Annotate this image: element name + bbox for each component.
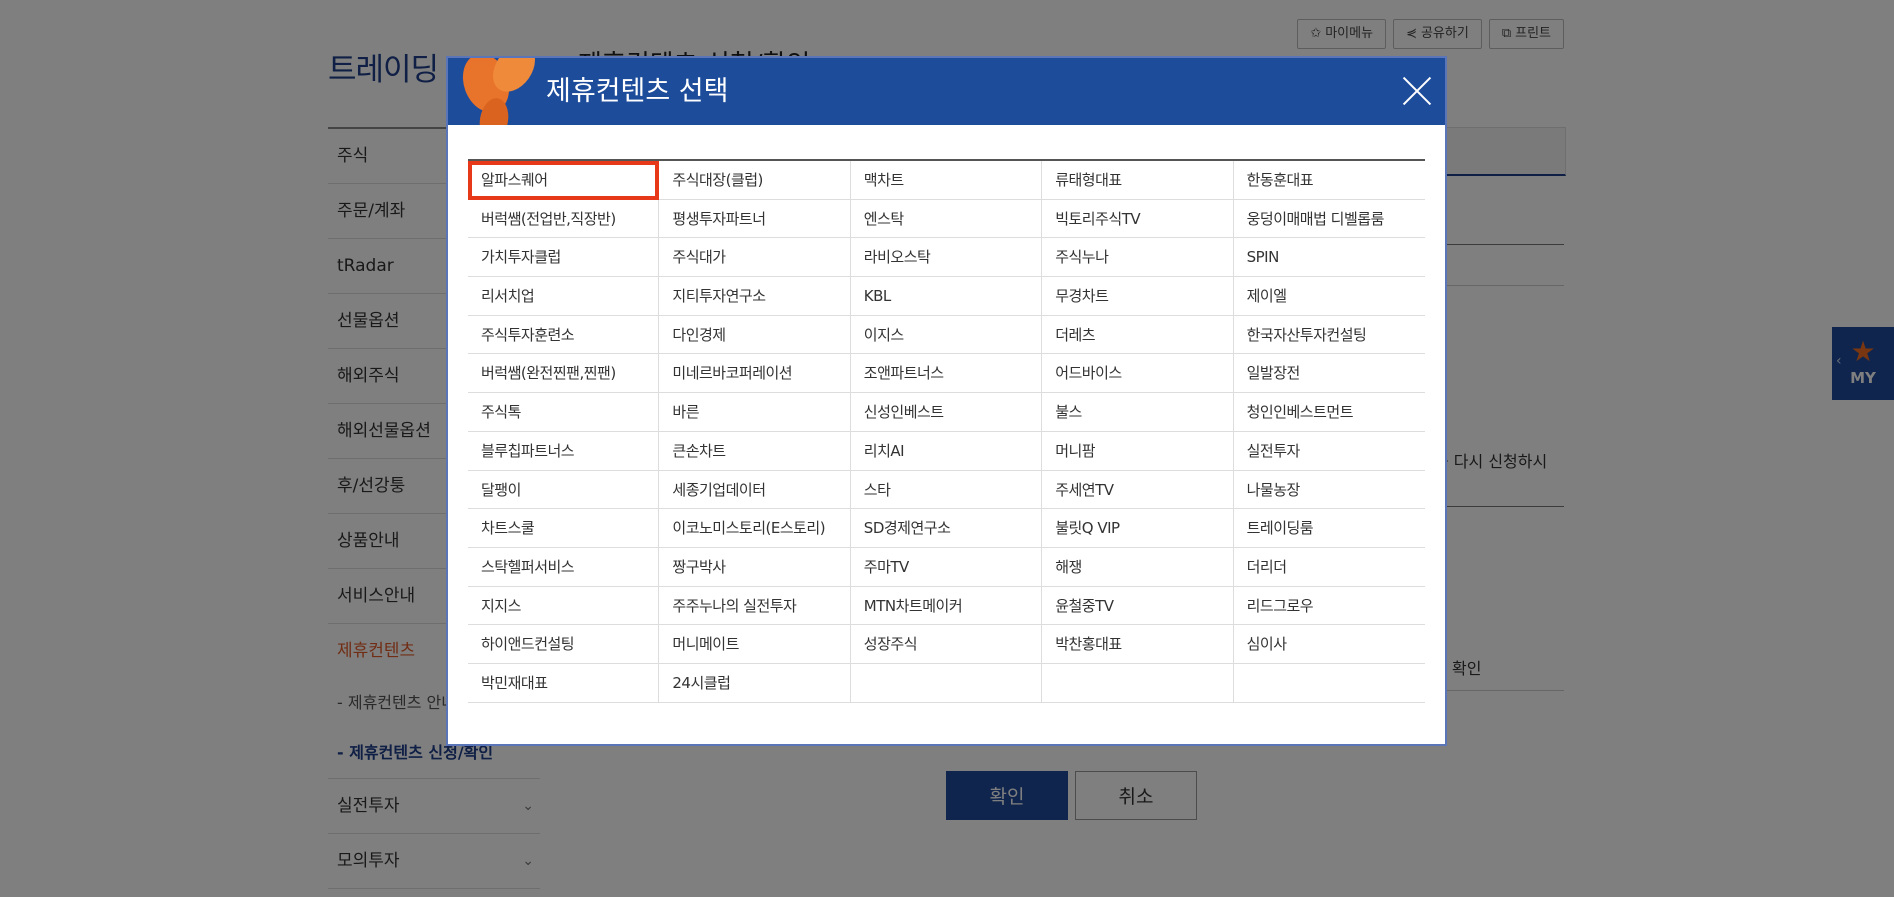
- modal-header: 제휴컨텐츠 선택: [448, 58, 1445, 125]
- partner-option[interactable]: 하이앤드컨설팅: [468, 625, 660, 664]
- partner-option[interactable]: 더레츠: [1042, 315, 1234, 355]
- partner-option[interactable]: 윤철중TV: [1042, 586, 1234, 626]
- partner-option[interactable]: 큰손차트: [659, 431, 851, 471]
- partner-option[interactable]: 다인경제: [659, 315, 851, 355]
- partner-option[interactable]: 성장주식: [850, 625, 1043, 664]
- partner-option[interactable]: 이코노미스토리(E스토리): [659, 509, 851, 548]
- partner-option[interactable]: 주식톡: [468, 393, 660, 432]
- partner-option[interactable]: 청인인베스트먼트: [1233, 393, 1425, 432]
- partner-option[interactable]: 일발장전: [1233, 354, 1425, 394]
- partner-option[interactable]: 박찬홍대표: [1042, 625, 1234, 664]
- partner-option[interactable]: 불스: [1042, 393, 1234, 432]
- empty-grid-cell: [1042, 663, 1234, 703]
- partner-option[interactable]: 한동훈대표: [1233, 161, 1425, 200]
- partner-option[interactable]: 트레이딩룸: [1233, 509, 1425, 548]
- partner-option[interactable]: 무경차트: [1042, 277, 1234, 316]
- partner-option[interactable]: 주식대가: [659, 238, 851, 278]
- partner-option[interactable]: 어드바이스: [1042, 354, 1234, 394]
- partner-option[interactable]: 한국자산투자컨설팅: [1233, 316, 1425, 355]
- partner-option[interactable]: 웅덩이매매법 디벨롭룸: [1233, 200, 1425, 239]
- partner-option[interactable]: 주식누나: [1042, 238, 1234, 278]
- partner-content-grid: 알파스퀘어 주식대장(클럽) 맥차트 류태형대표 한동훈대표버럭쌤(전업반,직장반) 평생…: [468, 159, 1425, 703]
- empty-grid-cell: [850, 663, 1043, 703]
- partner-option[interactable]: 리드그로우: [1233, 587, 1425, 626]
- partner-option[interactable]: 신성인베스트: [850, 393, 1043, 432]
- partner-option[interactable]: 박민재대표: [468, 663, 660, 703]
- modal-title: 제휴컨텐츠 선택: [546, 76, 729, 107]
- partner-option[interactable]: 주식투자훈련소: [468, 315, 660, 355]
- partner-option[interactable]: 미네르바코퍼레이션: [659, 354, 851, 394]
- partner-option[interactable]: 스탁헬퍼서비스: [468, 547, 660, 587]
- partner-option[interactable]: 머니팜: [1042, 431, 1234, 471]
- partner-option[interactable]: 블루칩파트너스: [468, 431, 660, 471]
- partner-option[interactable]: 해쟁: [1042, 547, 1234, 587]
- partner-option[interactable]: 주마TV: [850, 547, 1043, 587]
- partner-option[interactable]: MTN차트메이커: [850, 586, 1043, 626]
- partner-option[interactable]: 이지스: [850, 315, 1043, 355]
- partner-option[interactable]: 차트스쿨: [468, 509, 660, 548]
- partner-option[interactable]: 알파스퀘어: [468, 161, 660, 200]
- partner-option[interactable]: 달팽이: [468, 470, 660, 510]
- partner-option[interactable]: 조앤파트너스: [850, 354, 1043, 394]
- partner-option[interactable]: 나물농장: [1233, 471, 1425, 510]
- partner-option[interactable]: KBL: [850, 277, 1043, 316]
- close-icon[interactable]: [1401, 75, 1433, 107]
- partner-option[interactable]: 24시클럽: [659, 663, 851, 703]
- partner-option[interactable]: 맥차트: [850, 161, 1043, 200]
- partner-option[interactable]: 버럭쌤(완전찐팬,찐팬): [468, 354, 660, 394]
- partner-option[interactable]: 주주누나의 실전투자: [659, 586, 851, 626]
- partner-option[interactable]: 바른: [659, 393, 851, 432]
- partner-option[interactable]: 세종기업데이터: [659, 470, 851, 510]
- partner-option[interactable]: 더리더: [1233, 548, 1425, 587]
- partner-option[interactable]: 제이엘: [1233, 277, 1425, 316]
- partner-option[interactable]: 버럭쌤(전업반,직장반): [468, 199, 660, 239]
- partner-option[interactable]: 엔스탁: [850, 199, 1043, 239]
- partner-option[interactable]: 스타: [850, 470, 1043, 510]
- partner-option[interactable]: 지티투자연구소: [659, 277, 851, 316]
- partner-option[interactable]: 라비오스탁: [850, 238, 1043, 278]
- partner-option[interactable]: 평생투자파트너: [659, 199, 851, 239]
- partner-option[interactable]: 짱구박사: [659, 547, 851, 587]
- partner-content-modal: 제휴컨텐츠 선택 알파스퀘어 주식대장(클럽) 맥차트 류태형대표 한동훈대표버럭쌤(전…: [446, 56, 1447, 746]
- partner-option[interactable]: 심이사: [1233, 625, 1425, 664]
- partner-option[interactable]: SPIN: [1233, 238, 1425, 278]
- partner-option[interactable]: 지지스: [468, 586, 660, 626]
- partner-option[interactable]: 리서치업: [468, 277, 660, 316]
- partner-option[interactable]: 리치AI: [850, 431, 1043, 471]
- partner-option[interactable]: 주세연TV: [1042, 470, 1234, 510]
- flower-decoration-icon: [462, 58, 535, 125]
- partner-option[interactable]: 불릿Q VIP: [1042, 509, 1234, 548]
- partner-option[interactable]: SD경제연구소: [850, 509, 1043, 548]
- partner-option[interactable]: 류태형대표: [1042, 161, 1234, 200]
- partner-option[interactable]: 머니메이트: [659, 625, 851, 664]
- partner-option[interactable]: 가치투자클럽: [468, 238, 660, 278]
- partner-option[interactable]: 주식대장(클럽): [659, 161, 851, 200]
- partner-option[interactable]: 실전투자: [1233, 432, 1425, 471]
- empty-grid-cell: [1233, 664, 1425, 703]
- partner-option[interactable]: 빅토리주식TV: [1042, 199, 1234, 239]
